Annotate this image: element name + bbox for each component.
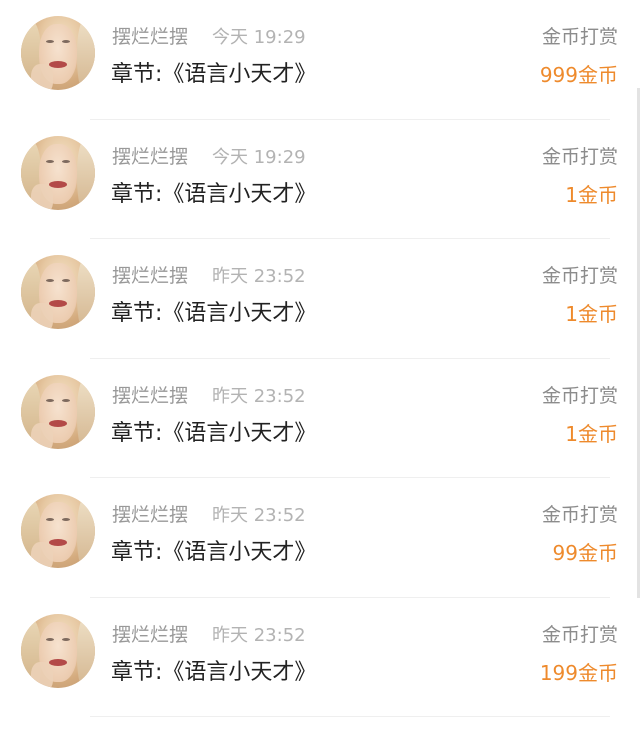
avatar[interactable] [21, 16, 95, 90]
reward-item[interactable]: 摆烂烂摆 今天 19:29 章节:《语言小天才》 金币打赏 999金币 [0, 0, 640, 120]
reward-amount: 999金币 [539, 63, 618, 87]
timestamp: 今天 19:29 [212, 27, 306, 48]
reward-item[interactable]: 摆烂烂摆 昨天 23:52 章节:《语言小天才》 金币打赏 199金币 [0, 598, 640, 717]
chapter-title: 章节:《语言小天才》 [111, 301, 317, 326]
timestamp: 今天 19:29 [212, 146, 306, 168]
avatar[interactable] [21, 613, 95, 688]
reward-amount: 1金币 [565, 302, 618, 326]
avatar[interactable] [21, 255, 95, 329]
reward-type-label: 金币打赏 [541, 623, 618, 646]
reward-item[interactable]: 摆烂烂摆 昨天 23:52 章节:《语言小天才》 金币打赏 1金币 [0, 359, 640, 478]
user-name[interactable]: 摆烂烂摆 [112, 620, 188, 647]
reward-type-label: 金币打赏 [541, 504, 618, 526]
user-name[interactable]: 摆烂烂摆 [112, 381, 188, 408]
timestamp: 昨天 23:52 [212, 385, 306, 407]
chapter-title: 章节:《语言小天才》 [111, 659, 317, 685]
reward-item[interactable]: 摆烂烂摆 今天 19:29 章节:《语言小天才》 金币打赏 1金币 [0, 120, 640, 239]
user-name[interactable]: 摆烂烂摆 [112, 22, 188, 49]
reward-amount: 1金币 [565, 421, 618, 446]
reward-item[interactable]: 摆烂烂摆 昨天 23:52 章节:《语言小天才》 金币打赏 1金币 [0, 239, 640, 359]
timestamp: 昨天 23:52 [212, 624, 306, 646]
timestamp: 昨天 23:52 [212, 505, 306, 526]
user-name[interactable]: 摆烂烂摆 [112, 142, 188, 169]
reward-type-label: 金币打赏 [541, 145, 618, 168]
chapter-title: 章节:《语言小天才》 [111, 62, 317, 87]
reward-type-label: 金币打赏 [541, 265, 618, 287]
chapter-title: 章节:《语言小天才》 [111, 420, 317, 446]
reward-item[interactable]: 摆烂烂摆 昨天 23:52 章节:《语言小天才》 金币打赏 99金币 [0, 478, 640, 598]
chapter-title: 章节:《语言小天才》 [111, 181, 317, 207]
reward-amount: 199金币 [539, 660, 618, 685]
reward-type-label: 金币打赏 [541, 26, 618, 48]
user-name[interactable]: 摆烂烂摆 [112, 500, 188, 527]
avatar[interactable] [21, 374, 95, 449]
timestamp: 昨天 23:52 [212, 266, 306, 287]
reward-amount: 1金币 [565, 182, 618, 207]
chapter-title: 章节:《语言小天才》 [111, 540, 317, 565]
reward-type-label: 金币打赏 [541, 384, 618, 407]
avatar[interactable] [21, 494, 95, 568]
user-name[interactable]: 摆烂烂摆 [112, 261, 188, 288]
avatar[interactable] [21, 135, 95, 210]
divider [90, 716, 610, 717]
reward-amount: 99金币 [552, 541, 618, 565]
reward-list: 摆烂烂摆 今天 19:29 章节:《语言小天才》 金币打赏 999金币 摆烂烂摆… [0, 0, 640, 729]
